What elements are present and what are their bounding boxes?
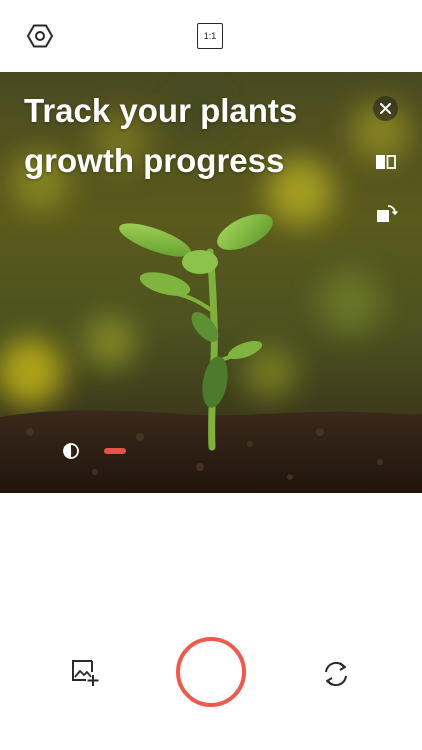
headline-line-2: growth progress — [24, 142, 285, 179]
settings-button[interactable] — [26, 22, 54, 50]
contrast-icon — [63, 443, 79, 459]
camera-preview: Track your plants growth progress — [0, 72, 422, 493]
switch-camera-button[interactable] — [321, 659, 351, 689]
bottom-controls — [0, 493, 422, 750]
headline: Track your plants growth progress — [24, 86, 354, 186]
aspect-ratio-label: 1:1 — [203, 31, 217, 41]
rotate-button[interactable] — [374, 202, 398, 226]
switch-camera-icon — [325, 661, 347, 687]
add-photo-button[interactable] — [70, 658, 102, 688]
hexagon-settings-icon — [27, 24, 53, 48]
close-icon — [380, 103, 391, 114]
add-photo-icon — [72, 660, 99, 686]
split-compare-icon — [376, 155, 396, 169]
overlay-opacity-slider[interactable] — [104, 448, 126, 454]
top-bar: 1:1 — [0, 0, 422, 72]
compare-button[interactable] — [374, 152, 398, 172]
aspect-ratio-button[interactable]: 1:1 — [197, 23, 223, 49]
shutter-button[interactable] — [176, 637, 246, 707]
rotate-icon — [377, 205, 398, 222]
contrast-button[interactable] — [62, 442, 80, 460]
close-button[interactable] — [373, 96, 398, 121]
headline-line-1: Track your plants — [24, 92, 298, 129]
